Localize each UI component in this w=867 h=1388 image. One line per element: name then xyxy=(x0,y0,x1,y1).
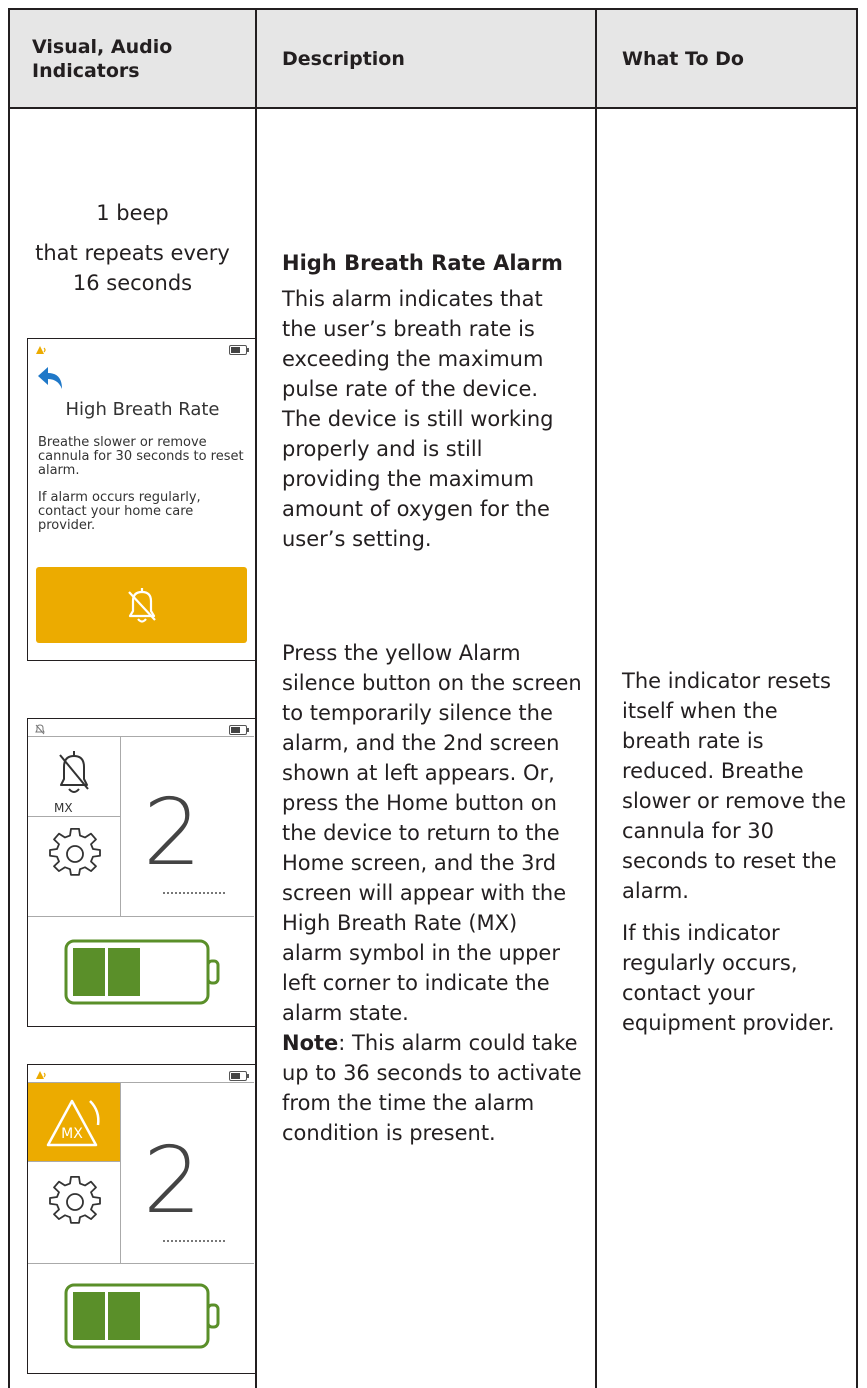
beep-text: 1 beep xyxy=(96,201,169,225)
alarm-title: High Breath Rate Alarm xyxy=(282,251,563,275)
header-what-to-do: What To Do xyxy=(622,47,744,70)
settings-gear-icon[interactable] xyxy=(49,827,101,879)
battery-level-icon xyxy=(64,939,220,1005)
setting-dots xyxy=(163,1240,225,1242)
bell-slash-icon xyxy=(127,588,156,623)
description-paragraph: Press the yellow Alarm silence button on… xyxy=(282,641,582,1025)
divider xyxy=(28,1161,120,1162)
bell-slash-icon xyxy=(59,751,89,793)
screen-message: If alarm occurs regularly, contact your … xyxy=(38,490,201,533)
setting-dots xyxy=(163,892,225,894)
mx-label: MX xyxy=(54,801,73,815)
battery-status-icon xyxy=(229,725,249,735)
back-arrow-icon[interactable] xyxy=(36,365,66,391)
note-label: Note xyxy=(282,1031,339,1055)
repeat-text: that repeats every 16 seconds xyxy=(35,241,230,295)
flow-setting-value: 2 xyxy=(143,1127,202,1234)
bell-slash-small-icon xyxy=(35,724,45,735)
settings-gear-icon[interactable] xyxy=(49,1175,101,1227)
header-visual-audio: Visual, Audio Indicators xyxy=(32,35,173,82)
divider xyxy=(28,816,120,817)
device-screen-home-alarm: MX 2 xyxy=(27,1064,256,1374)
alarm-silence-button[interactable] xyxy=(36,567,247,643)
divider xyxy=(28,1263,254,1264)
device-screen-alarm: High Breath Rate Breathe slower or remov… xyxy=(27,338,256,661)
battery-status-icon xyxy=(229,1071,249,1081)
screen-message: Breathe slower or remove cannula for 30 … xyxy=(38,435,244,478)
header-description: Description xyxy=(282,47,405,70)
divider xyxy=(120,736,121,916)
note-paragraph: Note: This alarm could take up to 36 sec… xyxy=(282,1028,582,1148)
screen-title: High Breath Rate xyxy=(65,399,220,420)
what-to-do-paragraph: If this indicator regularly occurs, cont… xyxy=(622,921,835,1035)
divider xyxy=(28,916,254,917)
divider xyxy=(28,736,254,737)
description-paragraph: This alarm indicates that the user’s bre… xyxy=(282,287,554,551)
mx-alarm-icon: MX xyxy=(46,1099,100,1147)
alarm-bell-icon xyxy=(36,346,46,354)
alarm-table: Visual, Audio Indicators Description Wha… xyxy=(8,8,858,1388)
mx-alarm-indicator[interactable]: MX xyxy=(28,1083,120,1161)
column-divider xyxy=(595,10,597,1388)
divider xyxy=(120,1082,121,1263)
flow-setting-value: 2 xyxy=(143,779,202,886)
what-to-do-paragraph: The indicator resets itself when the bre… xyxy=(622,669,847,903)
battery-level-icon xyxy=(64,1283,220,1349)
table-header: Visual, Audio Indicators Description Wha… xyxy=(10,10,856,109)
device-screen-silenced: MX 2 xyxy=(27,718,256,1027)
alarm-bell-icon xyxy=(36,1071,46,1079)
battery-status-icon xyxy=(229,345,249,355)
svg-text:MX: MX xyxy=(61,1126,83,1142)
